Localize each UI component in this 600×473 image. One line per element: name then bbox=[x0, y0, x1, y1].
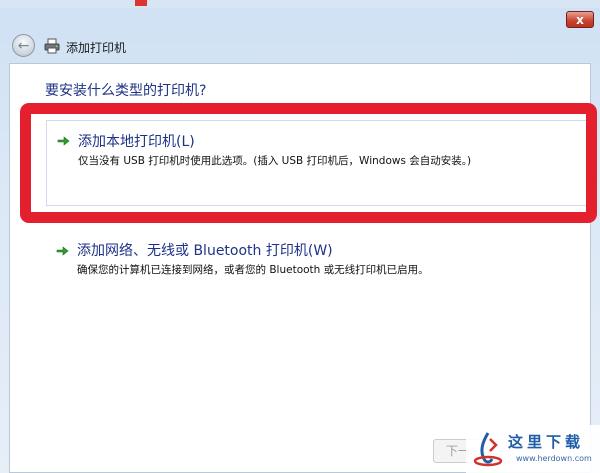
close-button[interactable]: x bbox=[566, 11, 594, 28]
watermark-url: www.herdown.com bbox=[516, 454, 592, 463]
window-title: 添加打印机 bbox=[66, 41, 127, 55]
add-network-printer-description: 确保您的计算机已连接到网络，或者您的 Bluetooth 或无线打印机已启用。 bbox=[77, 264, 429, 276]
add-local-printer-description: 仅当没有 USB 打印机时使用此选项。(插入 USB 打印机后，Windows … bbox=[78, 155, 472, 167]
printer-icon bbox=[44, 38, 60, 54]
green-arrow-icon bbox=[57, 136, 70, 146]
add-local-printer-title: 添加本地打印机(L) bbox=[78, 134, 195, 150]
back-button[interactable]: ← bbox=[12, 34, 35, 57]
titlebar: ← 添加打印机 bbox=[0, 28, 600, 62]
watermark-logo-icon bbox=[473, 432, 503, 467]
add-local-printer-option[interactable]: 添加本地打印机(L) 仅当没有 USB 打印机时使用此选项。(插入 USB 打印… bbox=[46, 120, 591, 206]
site-watermark: 这里下载 www.herdown.com bbox=[466, 425, 600, 473]
window-frame: x ← 添加打印机 要安装什么类型的打印机? 添加本地打印机(L) 仅当没有 U… bbox=[0, 0, 600, 473]
add-network-printer-title: 添加网络、无线或 Bluetooth 打印机(W) bbox=[77, 243, 333, 259]
add-network-printer-option[interactable]: 添加网络、无线或 Bluetooth 打印机(W) 确保您的计算机已连接到网络，… bbox=[46, 234, 591, 294]
page-question: 要安装什么类型的打印机? bbox=[45, 83, 207, 99]
back-arrow-icon: ← bbox=[17, 37, 30, 54]
wizard-content: 要安装什么类型的打印机? 添加本地打印机(L) 仅当没有 USB 打印机时使用此… bbox=[9, 63, 591, 473]
close-icon: x bbox=[576, 12, 584, 27]
watermark-text: 这里下载 bbox=[508, 433, 585, 451]
taskbar-fragment bbox=[135, 0, 147, 6]
top-strip bbox=[0, 0, 600, 8]
green-arrow-icon bbox=[56, 246, 69, 256]
